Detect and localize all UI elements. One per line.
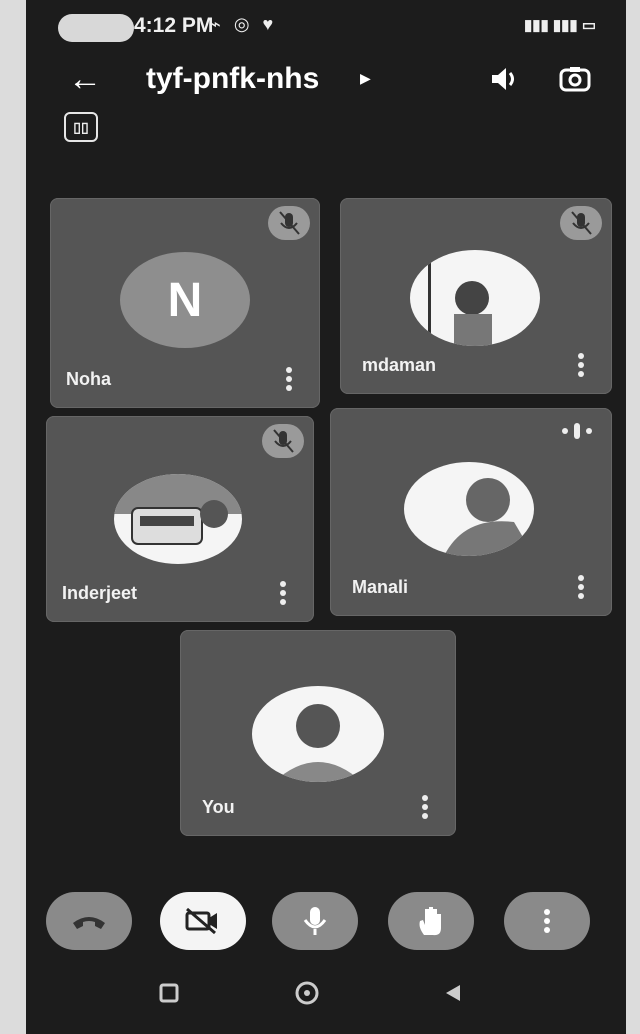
signal-battery-icons: ▮▮▮ ▮▮▮ ▭ [523,17,596,34]
avatar [252,686,384,782]
avatar [410,250,540,346]
avatar [114,474,242,564]
more-vert-icon[interactable] [278,580,288,606]
phone-hangup-icon [73,917,105,929]
participant-tile[interactable]: Inderjeet [46,416,314,622]
home-icon[interactable] [294,980,320,1006]
microphone-button[interactable] [272,892,358,950]
mic-off-icon [262,424,304,458]
recent-apps-icon[interactable] [158,982,180,1004]
mic-icon [303,907,327,935]
participant-name: mdaman [362,355,437,375]
participant-tile[interactable]: mdaman [340,198,612,394]
more-vert-icon[interactable] [576,352,586,378]
more-vert-icon[interactable] [576,574,586,600]
mic-off-icon [268,206,310,240]
more-vert-icon[interactable] [284,366,294,392]
mic-off-icon [560,206,602,240]
end-call-button[interactable] [46,892,132,950]
speaker-icon[interactable] [488,64,522,94]
more-vert-icon [544,909,550,933]
raise-hand-button[interactable] [388,892,474,950]
camera-toggle-button[interactable] [160,892,246,950]
top-app-bar: ← tyf-pnfk-nhs ▶ [26,56,626,112]
more-options-button[interactable] [504,892,590,950]
meeting-code-title[interactable]: tyf-pnfk-nhs [146,62,319,96]
status-bar: 4:12 PM ⌁ ◎ ♥ ▮▮▮ ▮▮▮ ▭ [26,0,626,56]
avatar [404,462,534,556]
speaking-indicator-icon [562,423,592,439]
back-arrow-icon[interactable]: ← [68,60,102,99]
more-vert-icon[interactable] [420,794,430,820]
participant-name: You [202,797,235,817]
self-view-tile[interactable]: You [180,630,456,836]
participant-tile[interactable]: N Noha [50,198,320,408]
hand-icon [419,907,441,936]
switch-camera-icon[interactable] [558,64,592,94]
notification-icons: ⌁ ◎ ♥ [210,14,278,34]
participant-name: Inderjeet [62,583,138,603]
participant-name: Manali [352,577,409,597]
camera-off-icon [185,907,217,935]
layout-icon[interactable]: ▯▯ [64,112,98,142]
avatar: N [120,252,250,348]
status-time: 4:12 PM [134,14,214,37]
participant-tile[interactable]: Manali [330,408,612,616]
notification-pill [58,14,134,42]
back-nav-icon[interactable] [442,982,464,1004]
participant-name: Noha [66,369,111,389]
chevron-right-icon[interactable]: ▶ [360,70,371,87]
phone-screen: 4:12 PM ⌁ ◎ ♥ ▮▮▮ ▮▮▮ ▭ ← tyf-pnfk-nhs ▶… [26,0,626,1034]
